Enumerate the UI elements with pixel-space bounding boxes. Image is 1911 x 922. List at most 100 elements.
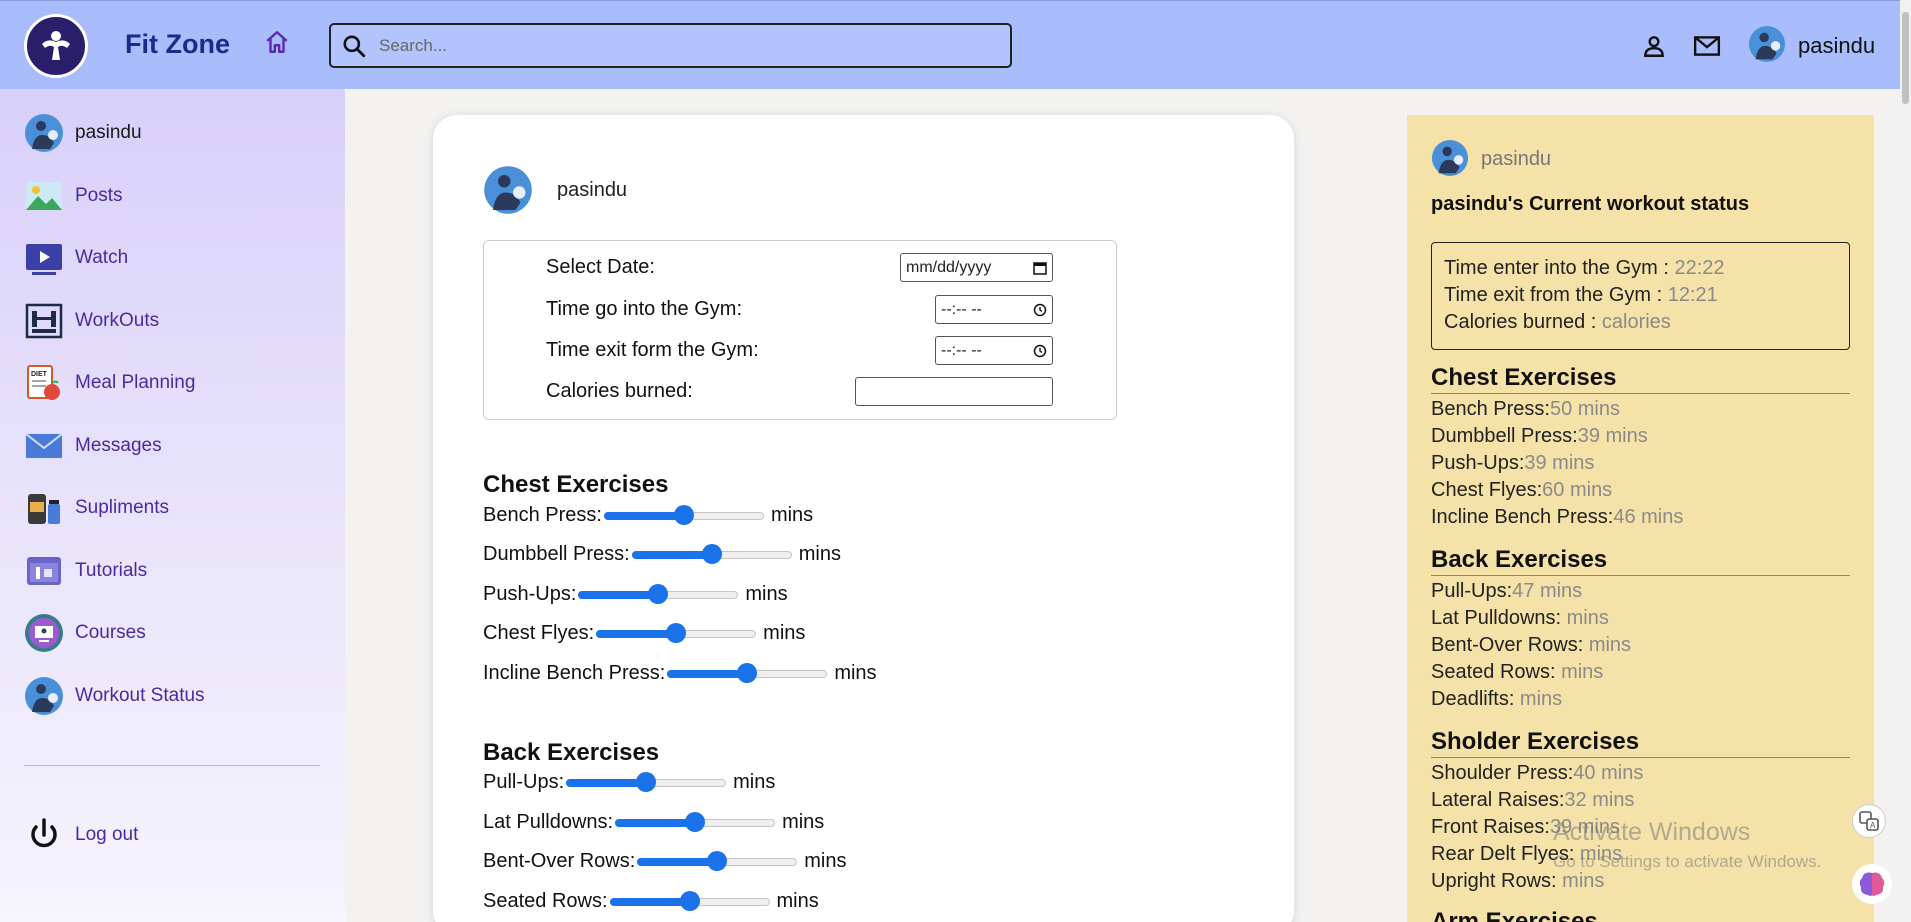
exercise-row: Dumbbell Press: mins — [483, 539, 841, 569]
status-item: Dumbbell Press:39 mins — [1431, 423, 1648, 450]
exercise-row: Push-Ups: mins — [483, 579, 788, 609]
duration-slider[interactable] — [615, 812, 776, 832]
header-username[interactable]: pasindu — [1798, 33, 1875, 59]
status-item-label: Deadlifts: — [1431, 688, 1515, 710]
duration-slider[interactable] — [631, 544, 792, 564]
home-icon[interactable] — [264, 29, 290, 55]
sidebar-item-label: Messages — [75, 435, 162, 456]
envelope-icon — [25, 433, 63, 458]
search-bar[interactable] — [329, 23, 1012, 68]
chest-section-title: Chest Exercises — [483, 471, 669, 498]
status-item-label: Bent-Over Rows: — [1431, 634, 1584, 656]
ai-assistant-button[interactable] — [1852, 864, 1892, 904]
unit-label: mins — [733, 770, 776, 793]
clock-icon[interactable] — [1033, 344, 1047, 358]
brand-name[interactable]: Fit Zone — [125, 29, 230, 60]
sidebar-item-messages[interactable]: Messages — [24, 426, 162, 466]
sidebar-item-workouts[interactable]: WorkOuts — [24, 301, 159, 341]
status-time-in-value: 22:22 — [1674, 257, 1725, 279]
exercise-row: Bench Press: mins — [483, 500, 813, 530]
slider-thumb[interactable] — [737, 663, 758, 683]
exercise-label: Chest Flyes: — [483, 621, 595, 644]
duration-slider[interactable] — [566, 772, 727, 792]
sidebar-item-courses[interactable]: Courses — [24, 613, 146, 653]
fitzone-logo[interactable] — [24, 14, 88, 78]
sidebar-item-label: Courses — [75, 622, 146, 643]
search-input[interactable] — [379, 31, 999, 61]
status-item-label: Push-Ups: — [1431, 452, 1525, 474]
activate-windows-subtext: Go to Settings to activate Windows. — [1553, 852, 1822, 871]
search-icon — [343, 35, 366, 58]
profile-icon[interactable] — [1641, 33, 1667, 59]
calories-input[interactable] — [855, 377, 1053, 406]
status-item: Lateral Raises:32 mins — [1431, 787, 1634, 814]
sidebar-divider — [24, 765, 320, 766]
sidebar-item-label: Watch — [75, 247, 129, 268]
exercise-label: Bench Press: — [483, 503, 602, 526]
sidebar-item-meal-planning[interactable]: DIET Meal Planning — [24, 363, 195, 403]
status-calories: Calories burned : calories — [1444, 309, 1837, 336]
image-icon — [26, 182, 62, 210]
status-item-value: mins — [1555, 661, 1604, 683]
slider-thumb[interactable] — [679, 891, 700, 911]
slider-thumb[interactable] — [707, 851, 728, 871]
duration-slider[interactable] — [603, 505, 764, 525]
time-in-input[interactable]: --:-- -- — [935, 295, 1053, 324]
user-avatar[interactable] — [1748, 25, 1786, 63]
status-item-label: Seated Rows: — [1431, 661, 1556, 683]
scrollbar-thumb[interactable] — [1902, 12, 1909, 104]
sidebar-item-posts[interactable]: Posts — [24, 176, 123, 216]
duration-slider[interactable] — [596, 623, 757, 643]
status-item: Bent-Over Rows: mins — [1431, 632, 1631, 659]
duration-slider[interactable] — [609, 891, 770, 911]
status-item-value: 40 mins — [1573, 762, 1644, 784]
logout-button[interactable]: Log out — [24, 815, 138, 855]
status-item-label: Pull-Ups: — [1431, 580, 1513, 602]
exercise-row: Pull-Ups: mins — [483, 767, 775, 797]
time-out-input[interactable]: --:-- -- — [935, 336, 1053, 365]
supplement-icon — [28, 494, 60, 524]
sidebar-item-watch[interactable]: Watch — [24, 238, 128, 278]
unit-label: mins — [770, 503, 814, 526]
sidebar-item-supliments[interactable]: Supliments — [24, 488, 169, 528]
status-calories-value: calories — [1601, 311, 1671, 333]
duration-slider[interactable] — [578, 584, 739, 604]
status-item-value: mins — [1514, 688, 1563, 710]
sidebar-item-tutorials[interactable]: Tutorials — [24, 551, 147, 591]
status-section-title: Back Exercises — [1431, 545, 1850, 576]
duration-slider[interactable] — [637, 851, 798, 871]
clock-icon[interactable] — [1033, 303, 1047, 317]
status-item-label: Incline Bench Press: — [1431, 506, 1614, 528]
mail-icon[interactable] — [1693, 33, 1721, 59]
slider-thumb[interactable] — [648, 584, 669, 604]
translate-icon: A — [1859, 811, 1879, 831]
slider-thumb[interactable] — [701, 544, 722, 564]
sidebar-item-label: Meal Planning — [75, 372, 196, 393]
status-item: Shoulder Press:40 mins — [1431, 760, 1643, 787]
back-section-title: Back Exercises — [483, 739, 660, 766]
duration-slider[interactable] — [667, 663, 828, 683]
status-item-label: Shoulder Press: — [1431, 762, 1574, 784]
slider-thumb[interactable] — [685, 812, 706, 832]
calendar-icon[interactable] — [1033, 261, 1047, 275]
status-time-in-label: Time enter into the Gym : — [1444, 257, 1675, 279]
sidebar-item-profile[interactable]: pasindu — [24, 113, 142, 153]
brain-icon — [1859, 872, 1885, 896]
slider-thumb[interactable] — [666, 623, 687, 643]
logout-label: Log out — [75, 824, 139, 845]
page-scrollbar[interactable] — [1900, 0, 1911, 922]
date-input[interactable]: mm/dd/yyyy — [900, 253, 1053, 282]
exercise-label: Dumbbell Press: — [483, 542, 630, 565]
slider-thumb[interactable] — [636, 772, 657, 792]
status-time-out-value: 12:21 — [1667, 284, 1718, 306]
exercise-row: Bent-Over Rows: mins — [483, 846, 847, 876]
exercise-row: Chest Flyes: mins — [483, 618, 805, 648]
status-item-label: Upright Rows: — [1431, 870, 1557, 892]
translate-button[interactable]: A — [1852, 804, 1886, 838]
status-item: Seated Rows: mins — [1431, 659, 1603, 686]
status-section-title: Sholder Exercises — [1431, 727, 1850, 758]
slider-thumb[interactable] — [673, 505, 694, 525]
user-avatar — [1431, 139, 1469, 177]
status-time-in: Time enter into the Gym : 22:22 — [1444, 255, 1837, 282]
sidebar-item-workout-status[interactable]: Workout Status — [24, 676, 205, 716]
